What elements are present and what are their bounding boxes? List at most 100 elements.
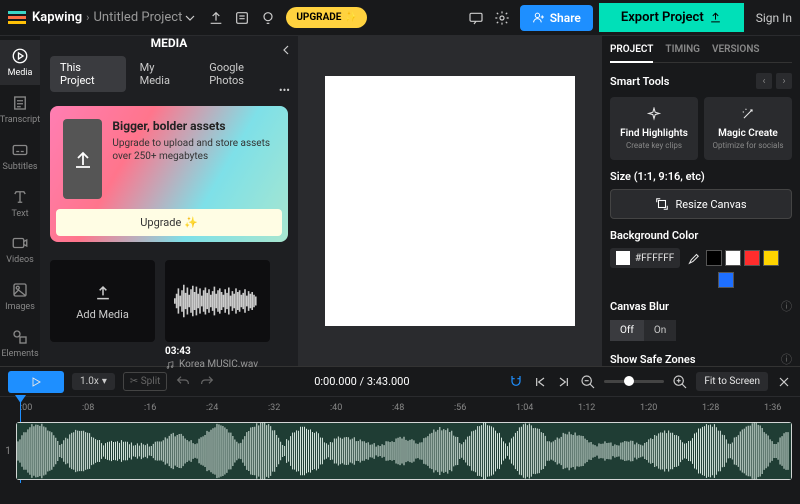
bg-color-label: Background Color [610, 229, 698, 242]
rail-label: Videos [6, 255, 34, 265]
blur-off[interactable]: Off [610, 320, 644, 341]
signin-link[interactable]: Sign In [756, 11, 792, 25]
zoom-thumb[interactable] [624, 376, 634, 386]
collapse-panel-icon[interactable] [278, 42, 294, 58]
add-media-label: Add Media [76, 308, 129, 321]
wand-icon [741, 107, 755, 121]
promo-upgrade-button[interactable]: Upgrade ✨ [56, 209, 282, 236]
ruler-tick: 1:28 [702, 403, 719, 413]
info-icon[interactable]: ⓘ [781, 298, 792, 314]
rail-videos[interactable]: Videos [0, 227, 40, 272]
chevron-down-icon[interactable] [182, 10, 198, 26]
card-title: Find Highlights [616, 128, 692, 139]
blur-on[interactable]: On [644, 320, 676, 341]
audio-file-icon [165, 360, 175, 370]
rail-elements[interactable]: Elements [0, 321, 40, 366]
swatch-red[interactable] [744, 250, 760, 266]
find-highlights-card[interactable]: Find Highlights Create key clips [610, 97, 698, 160]
rail-subtitles[interactable]: Subtitles [0, 134, 40, 179]
hex-value: #FFFFFF [635, 253, 674, 264]
zoom-out-icon[interactable] [580, 374, 596, 390]
upgrade-promo: Bigger, bolder assets Upgrade to upload … [50, 106, 288, 242]
left-rail: Media Transcript Subtitles Text Videos I… [0, 36, 40, 366]
comment-icon[interactable] [468, 10, 484, 26]
add-media-button[interactable]: Add Media [50, 260, 155, 342]
more-icon[interactable]: ••• [279, 84, 290, 97]
export-button[interactable]: Export Project [599, 3, 744, 32]
gear-icon[interactable] [494, 10, 510, 26]
rail-label: Subtitles [2, 162, 37, 172]
ruler-tick: :16 [144, 403, 156, 413]
promo-image [63, 119, 102, 199]
card-title: Magic Create [710, 128, 786, 139]
tab-project[interactable]: PROJECT [610, 44, 653, 63]
swatch-blue[interactable] [718, 272, 734, 288]
fit-to-screen-button[interactable]: Fit to Screen [696, 372, 768, 391]
safe-zones-label: Show Safe Zones [610, 353, 695, 366]
media-clip[interactable] [165, 260, 270, 342]
notes-icon[interactable] [234, 10, 250, 26]
lightbulb-icon[interactable] [260, 10, 276, 26]
tab-this-project[interactable]: This Project [50, 56, 126, 92]
share-label: Share [550, 11, 581, 25]
breadcrumb-sep: › [86, 11, 89, 24]
rail-transcript[interactable]: Transcript [0, 87, 40, 132]
blur-label: Canvas Blur [610, 300, 669, 313]
tab-my-media[interactable]: My Media [130, 56, 196, 92]
upgrade-button[interactable]: UPGRADE✨ [286, 7, 367, 28]
audio-track-clip[interactable] [16, 422, 792, 480]
close-icon[interactable] [776, 374, 792, 390]
eyedropper-icon[interactable] [686, 251, 700, 265]
time-ruler[interactable]: :00:08:16:24:32:40:48:561:041:121:201:28… [0, 397, 800, 419]
next-arrow[interactable]: › [776, 73, 792, 89]
ruler-tick: :00 [20, 403, 32, 413]
tab-timing[interactable]: TIMING [665, 44, 700, 56]
swatch-white[interactable] [725, 250, 741, 266]
resize-label: Resize Canvas [675, 198, 746, 211]
size-label: Size (1:1, 9:16, etc) [610, 170, 705, 183]
rail-label: Images [5, 302, 35, 312]
project-title[interactable]: Untitled Project [93, 10, 182, 25]
rail-text[interactable]: Text [0, 181, 40, 226]
export-icon [709, 11, 722, 24]
share-button[interactable]: Share [520, 5, 593, 31]
tab-google-photos[interactable]: Google Photos [199, 56, 288, 92]
info-icon[interactable]: ⓘ [781, 351, 792, 366]
current-swatch [616, 251, 630, 265]
upload-icon[interactable] [208, 10, 224, 26]
prev-arrow[interactable]: ‹ [756, 73, 772, 89]
ruler-tick: :56 [454, 403, 466, 413]
swatch-yellow[interactable] [763, 250, 779, 266]
canvas[interactable] [325, 76, 575, 326]
person-plus-icon [532, 11, 545, 24]
ruler-tick: 1:20 [640, 403, 657, 413]
brand-name[interactable]: Kapwing [32, 10, 82, 25]
rail-label: Transcript [0, 115, 40, 125]
resize-canvas-button[interactable]: Resize Canvas [610, 189, 792, 219]
export-label: Export Project [621, 10, 704, 25]
tab-versions[interactable]: VERSIONS [712, 44, 760, 56]
total-duration: 3:43.000 [367, 375, 410, 388]
sparkle-icon: ✨ [344, 12, 356, 23]
rail-media[interactable]: Media [0, 40, 40, 85]
card-sub: Create key clips [616, 141, 692, 150]
zoom-in-icon[interactable] [672, 374, 688, 390]
media-title: MEDIA [151, 36, 188, 50]
swatch-black[interactable] [706, 250, 722, 266]
sparkle-icon [647, 107, 661, 121]
hex-input[interactable]: #FFFFFF [610, 248, 680, 268]
clip-filename: Korea MUSIC.wav [165, 359, 270, 370]
magic-create-card[interactable]: Magic Create Optimize for socials [704, 97, 792, 160]
ruler-tick: :48 [392, 403, 404, 413]
waveform-thumb [173, 281, 263, 321]
ruler-tick: :24 [206, 403, 218, 413]
rail-images[interactable]: Images [0, 274, 40, 319]
magnet-icon[interactable] [508, 374, 524, 390]
zoom-slider[interactable] [604, 380, 664, 383]
upload-icon [93, 282, 113, 302]
skip-end-icon[interactable] [556, 374, 572, 390]
skip-start-icon[interactable] [532, 374, 548, 390]
kapwing-logo[interactable] [8, 11, 26, 25]
rail-label: Text [11, 209, 28, 219]
canvas-area[interactable] [298, 36, 602, 366]
